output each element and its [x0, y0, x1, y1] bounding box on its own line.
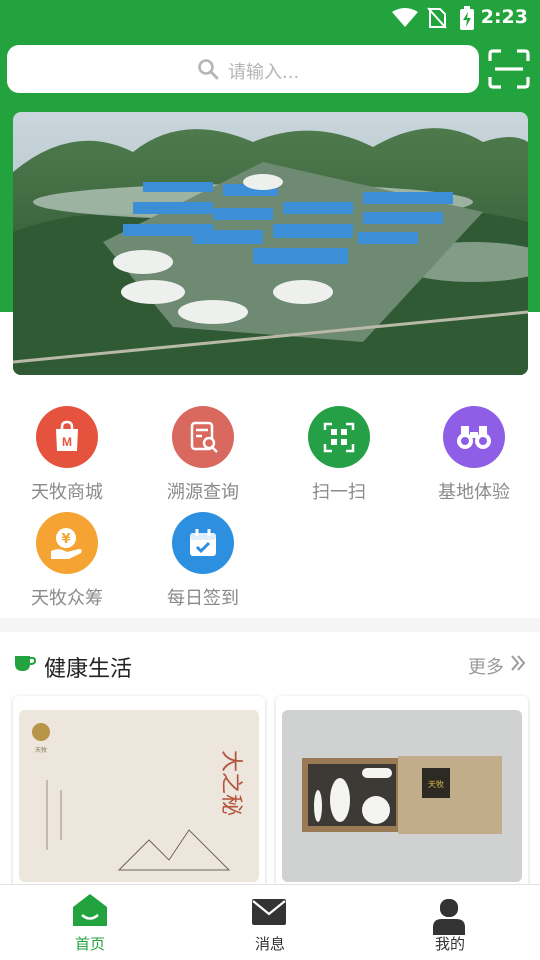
- tab-label: 我的: [434, 935, 465, 953]
- quick-action-label: 天牧商城: [31, 482, 103, 503]
- qr-scan-icon: [308, 406, 370, 468]
- quick-action-crowdfunding[interactable]: ¥ 天牧众筹: [7, 512, 127, 610]
- svg-text:M: M: [62, 435, 72, 449]
- box-label: 天牧: [428, 779, 444, 789]
- scan-icon[interactable]: [488, 49, 530, 89]
- section-title: 健康生活: [44, 657, 133, 682]
- quick-action-label: 基地体验: [438, 482, 510, 503]
- more-link[interactable]: 更多: [468, 653, 504, 679]
- quick-action-label: 扫一扫: [312, 482, 366, 503]
- quick-action-base[interactable]: 基地体验: [414, 406, 534, 504]
- quick-action-scan[interactable]: 扫一扫: [279, 406, 399, 504]
- card-badge-text: 天牧: [35, 746, 47, 754]
- search-bar[interactable]: 请输入...: [7, 45, 479, 93]
- home-icon: [73, 894, 107, 926]
- svg-text:¥: ¥: [61, 532, 70, 547]
- health-card-image: 天牧 大之秘: [19, 710, 259, 882]
- bottom-tab-bar: 首页 消息 我的: [0, 884, 540, 960]
- quick-action-label: 溯源查询: [167, 482, 239, 503]
- tea-cup-icon: [15, 656, 36, 671]
- status-bar: 2:23: [0, 0, 540, 36]
- double-chevron-right-icon[interactable]: [510, 654, 526, 672]
- quick-action-trace[interactable]: 溯源查询: [143, 406, 263, 504]
- battery-charging-icon: [460, 6, 474, 30]
- wifi-icon: [392, 8, 418, 27]
- tab-label: 消息: [254, 935, 285, 953]
- quick-action-checkin[interactable]: 每日签到: [143, 512, 263, 610]
- tab-label: 首页: [74, 935, 105, 953]
- quick-action-mall[interactable]: M 天牧商城: [7, 406, 127, 504]
- binoculars-icon: [443, 406, 505, 468]
- card-script-text: 大之秘: [218, 750, 243, 816]
- search-icon: [198, 59, 219, 80]
- health-card-2[interactable]: 天牧: [276, 696, 528, 896]
- tab-home[interactable]: 首页: [30, 885, 150, 960]
- calendar-check-icon: [172, 512, 234, 574]
- status-time: 2:23: [480, 6, 528, 28]
- health-card-image: 天牧: [282, 710, 522, 882]
- banner-illustration: [13, 112, 528, 375]
- search-placeholder: 请输入...: [228, 62, 300, 83]
- banner-image[interactable]: [13, 112, 528, 375]
- crowdfunding-icon: ¥: [36, 512, 98, 574]
- shopping-bag-icon: M: [36, 406, 98, 468]
- health-card-1[interactable]: 天牧 大之秘: [13, 696, 265, 896]
- quick-action-label: 每日签到: [167, 588, 239, 609]
- quick-action-label: 天牧众筹: [31, 588, 103, 609]
- user-icon: [433, 899, 465, 935]
- tab-profile[interactable]: 我的: [390, 885, 510, 960]
- mail-icon: [252, 899, 286, 925]
- no-sim-icon: [427, 7, 447, 29]
- tab-messages[interactable]: 消息: [210, 885, 330, 960]
- trace-query-icon: [172, 406, 234, 468]
